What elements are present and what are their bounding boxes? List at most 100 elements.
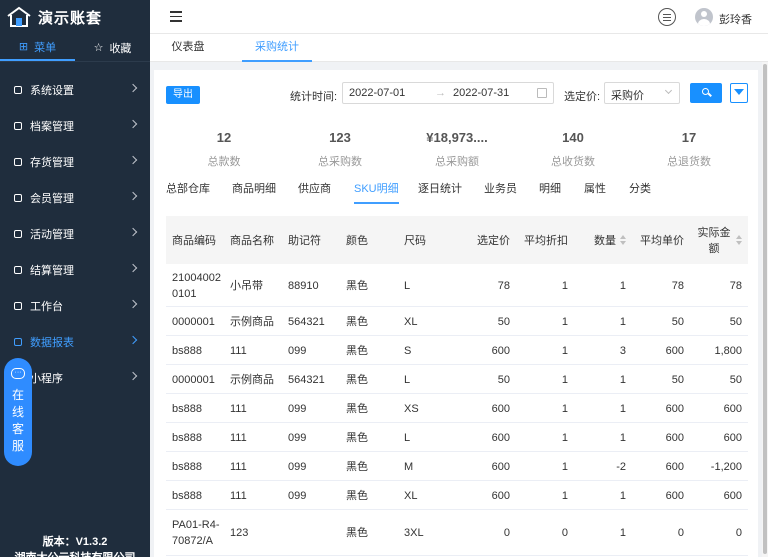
col-color: 颜色: [346, 235, 368, 247]
online-service-button[interactable]: ··· 在线客服: [4, 358, 32, 466]
cell-mnemonic: 564321: [288, 315, 325, 328]
sidebar-item-label: 档案管理: [30, 121, 74, 133]
price-select[interactable]: 采购价: [604, 82, 680, 104]
export-button[interactable]: 导出: [166, 86, 200, 104]
collapse-menu-icon[interactable]: [170, 11, 182, 22]
table-row[interactable]: 0000001 示例商品 564321 黑色 L 50 1 1 50 50: [166, 365, 748, 394]
table-row[interactable]: bs888 111 099 黑色 S 600 1 3 600 1,800: [166, 336, 748, 365]
table-row[interactable]: 21004002 0101 小吊带 88910 黑色 L 78 1 1 78 78: [166, 264, 748, 307]
cell-avg-discount: 1: [561, 279, 568, 292]
cell-size: L: [404, 279, 411, 292]
app-name: 演示账套: [38, 9, 103, 27]
stat-total-purchase-amount: ¥18,973.... 总采购额: [407, 130, 507, 169]
page-scrollbar[interactable]: [762, 62, 768, 557]
sidebar-item-settlement[interactable]: 结算管理: [0, 252, 150, 288]
tab-favorites[interactable]: ☆ 收藏: [75, 34, 150, 61]
tab-daily-stats[interactable]: 逐日统计: [418, 180, 462, 204]
app-version: 版本：V1.3.2: [42, 536, 108, 548]
username[interactable]: 彭玲香: [719, 11, 752, 27]
table-row[interactable]: bs888 111 099 黑色 XL 600 1 1 600 600: [166, 481, 748, 510]
cell-actual-amount: 600: [723, 489, 742, 502]
cell-sku-code: 0000001: [172, 315, 215, 328]
stat-total-received: 140 总收货数: [523, 130, 623, 169]
sidebar-item-activities[interactable]: 活动管理: [0, 216, 150, 252]
menu-icon[interactable]: [658, 8, 676, 26]
col-avg-discount: 平均折扣: [524, 235, 568, 247]
tab-attributes[interactable]: 属性: [584, 180, 606, 204]
avatar[interactable]: [695, 8, 713, 26]
cell-color: 黑色: [346, 527, 368, 539]
tab-categories[interactable]: 分类: [629, 180, 651, 204]
grid-icon: ⊞: [18, 41, 29, 53]
cell-actual-amount: 600: [723, 431, 742, 444]
cell-avg-unit-price: 600: [665, 489, 684, 502]
search-button[interactable]: [690, 83, 722, 103]
chevron-down-icon: [664, 86, 673, 95]
cell-mnemonic: 88910: [288, 279, 319, 292]
cell-quantity: 1: [619, 373, 626, 386]
report-sub-tabs: 总部仓库 商品明细 供应商 SKU明细 逐日统计 业务员 明细 属性 分类: [154, 178, 758, 204]
table-row[interactable]: bs888 111 099 黑色 M 600 1 -2 600 -1,200: [166, 452, 748, 481]
cell-color: 黑色: [346, 431, 368, 444]
table-row[interactable]: PA01-R4-70872/A 123 黑色 3XL 0 0 1 0 0: [166, 510, 748, 556]
col-quantity[interactable]: 数量: [570, 216, 626, 264]
filter-button[interactable]: [730, 83, 748, 103]
cell-actual-amount: 1,800: [714, 344, 742, 357]
table-row[interactable]: bs888 111 099 黑色 XS 600 1 1 600 600: [166, 394, 748, 423]
tab-hq-warehouse[interactable]: 总部仓库: [166, 180, 210, 204]
tab-supplier[interactable]: 供应商: [298, 180, 331, 204]
table-row[interactable]: 0000001 示例商品 564321 黑色 XL 50 1 1 50 50: [166, 307, 748, 336]
col-actual-amount[interactable]: 实际金额: [686, 216, 742, 264]
chat-bubble-icon: ···: [11, 368, 25, 379]
stat-label: 总采购数: [318, 156, 362, 168]
sidebar-item-system-settings[interactable]: 系统设置: [0, 72, 150, 108]
cell-quantity: 3: [619, 344, 626, 357]
sidebar-item-archives[interactable]: 档案管理: [0, 108, 150, 144]
cell-mnemonic: 099: [288, 489, 307, 502]
sidebar-item-inventory[interactable]: 存货管理: [0, 144, 150, 180]
cell-actual-amount: -1,200: [710, 460, 742, 473]
col-selected-price: 选定价: [477, 235, 510, 247]
cell-color: 黑色: [346, 279, 368, 292]
sort-icon[interactable]: [620, 235, 626, 245]
cell-selected-price: 600: [491, 460, 510, 473]
tab-salesperson[interactable]: 业务员: [484, 180, 517, 204]
stat-label: 总退货数: [667, 156, 711, 168]
cell-product-name: 小吊带: [230, 279, 263, 292]
tab-sku-detail[interactable]: SKU明细: [354, 180, 399, 204]
cell-mnemonic: 099: [288, 460, 307, 473]
tab-purchase-stats[interactable]: 采购统计: [242, 34, 312, 62]
start-date[interactable]: 2022-07-01: [349, 87, 405, 99]
chevron-right-icon: [128, 299, 138, 309]
cell-sku-code: bs888: [172, 489, 202, 502]
tab-detail[interactable]: 明细: [539, 180, 561, 204]
cell-selected-price: 600: [491, 431, 510, 444]
date-range-picker[interactable]: 2022-07-01 → 2022-07-31: [342, 82, 554, 104]
col-actual-amount-label: 实际金额: [697, 227, 731, 255]
table-row[interactable]: bs888 111 099 黑色 L 600 1 1 600 600: [166, 423, 748, 452]
settings-icon: [14, 86, 22, 94]
sku-table: 商品编码 商品名称 助记符 颜色 尺码 选定价 平均折扣 数量 平均单价 实际金…: [166, 216, 748, 556]
sidebar-item-reports[interactable]: 数据报表: [0, 324, 150, 360]
cell-quantity: 1: [619, 527, 626, 539]
cell-size: XL: [404, 489, 418, 502]
tab-product-detail[interactable]: 商品明细: [232, 180, 276, 204]
sidebar-item-members[interactable]: 会员管理: [0, 180, 150, 216]
cell-avg-discount: 1: [561, 489, 568, 502]
cell-actual-amount: 0: [735, 527, 742, 539]
cell-selected-price: 600: [491, 402, 510, 415]
tab-dashboard[interactable]: 仪表盘: [168, 34, 208, 62]
sidebar-item-label: 结算管理: [30, 265, 74, 277]
cell-sku-code: 21004002 0101: [172, 271, 221, 300]
stat-value: 123: [329, 130, 351, 145]
col-sku-code: 商品编码: [172, 235, 216, 247]
tab-menu[interactable]: ⊞ 菜单: [0, 34, 75, 61]
sort-icon[interactable]: [736, 235, 742, 245]
sidebar-item-workbench[interactable]: 工作台: [0, 288, 150, 324]
end-date[interactable]: 2022-07-31: [453, 87, 509, 99]
cell-quantity: 1: [619, 489, 626, 502]
cell-product-name: 111: [230, 344, 247, 357]
sidebar-item-label: 系统设置: [30, 85, 74, 97]
cell-avg-unit-price: 600: [665, 431, 684, 444]
stat-total-styles: 12 总款数: [174, 130, 274, 169]
